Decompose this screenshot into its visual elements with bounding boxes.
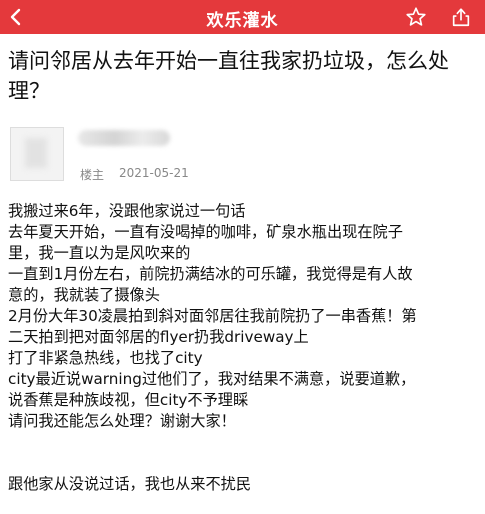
post-body-line: 2月份大年30凌晨拍到斜对面邻居往我前院扔了一串香蕉！第 [8, 307, 417, 325]
post-body-line: 我搬过来6年，没跟他家说过一句话 [8, 202, 246, 220]
post-body-line: 一直到1月份左右，前院扔满结冰的可乐罐，我觉得是有人故 [8, 265, 413, 283]
post-body-line: 意的，我就装了摄像头 [8, 286, 160, 304]
post-body: 我搬过来6年，没跟他家说过一句话 去年夏天开始，一直有没喝掉的咖啡，矿泉水瓶出现… [8, 201, 478, 495]
post-title-line: 理？ [8, 79, 50, 103]
post-body-line: 跟他家从没说过话，我也从来不扰民 [8, 475, 251, 493]
post-body-line: city最近说warning过他们了，我对结果不满意，说要道歉， [8, 370, 416, 388]
post-title: 请问邻居从去年开始一直往我家扔垃圾，怎么处 理？ [8, 46, 478, 106]
post-body-line: 去年夏天开始，一直有没喝掉的咖啡，矿泉水瓶出现在院子 [8, 223, 403, 241]
avatar[interactable] [10, 127, 64, 181]
top-bar: 欢乐灌水 [0, 0, 485, 34]
star-icon[interactable] [405, 6, 427, 28]
post-date: 2021-05-21 [119, 166, 189, 180]
post-title-line: 请问邻居从去年开始一直往我家扔垃圾，怎么处 [8, 49, 449, 73]
post-body-line: 二天拍到把对面邻居的flyer扔我driveway上 [8, 328, 309, 346]
author-role-badge: 楼主 [80, 168, 105, 182]
avatar-image [25, 138, 47, 168]
post-body-line: 打了非紧急热线，也找了city [8, 349, 203, 367]
share-icon[interactable] [450, 6, 472, 28]
post-body-line: 说香蕉是种族歧视，但city不予理睬 [8, 391, 249, 409]
post-body-line: 里，我一直以为是风吹来的 [8, 244, 191, 262]
post-body-line: 请问我还能怎么处理？谢谢大家！ [8, 412, 236, 430]
author-name-blurred[interactable] [78, 130, 170, 146]
